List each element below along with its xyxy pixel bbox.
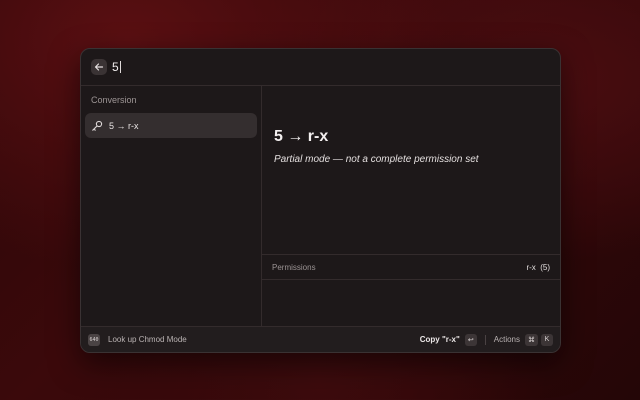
search-query: 5 xyxy=(112,60,119,74)
list-item-label: 5 → r-x xyxy=(109,120,139,131)
k-key-icon: K xyxy=(541,333,553,346)
metadata-row: Permissions r-x (5) xyxy=(262,254,560,280)
extension-icon: 640 xyxy=(88,333,100,346)
key-icon xyxy=(92,120,103,131)
search-input[interactable]: 5 xyxy=(112,60,121,74)
section-title: Conversion xyxy=(91,95,137,105)
detail-pane: 5 → r-x Partial mode — not a complete pe… xyxy=(262,86,560,327)
copy-action-button[interactable]: Copy "r-x" xyxy=(420,335,460,344)
result-list: Conversion 5 → r-x xyxy=(81,86,262,327)
main-content: Conversion 5 → r-x 5 → r-x Partial mode … xyxy=(81,86,560,327)
raycast-window: 5 Conversion 5 → r-x 5 → r-x Partial mod… xyxy=(80,48,561,353)
list-item[interactable]: 5 → r-x xyxy=(85,113,257,138)
divider xyxy=(484,334,486,345)
metadata-label: Permissions xyxy=(272,262,316,272)
command-key-icon: ⌘ xyxy=(525,333,538,346)
metadata-value: r-x (5) xyxy=(526,262,550,272)
arrow-left-icon xyxy=(94,63,104,71)
actions-button[interactable]: Actions xyxy=(494,335,520,344)
command-title: Look up Chmod Mode xyxy=(108,335,187,344)
return-key-icon: ↩ xyxy=(464,333,477,346)
detail-subtitle: Partial mode — not a complete permission… xyxy=(274,154,479,165)
detail-title: 5 → r-x xyxy=(274,128,329,145)
action-bar: 640 Look up Chmod Mode Copy "r-x" ↩ Acti… xyxy=(81,326,560,352)
text-caret xyxy=(119,61,121,73)
search-bar: 5 xyxy=(81,49,560,86)
back-button[interactable] xyxy=(91,59,107,75)
